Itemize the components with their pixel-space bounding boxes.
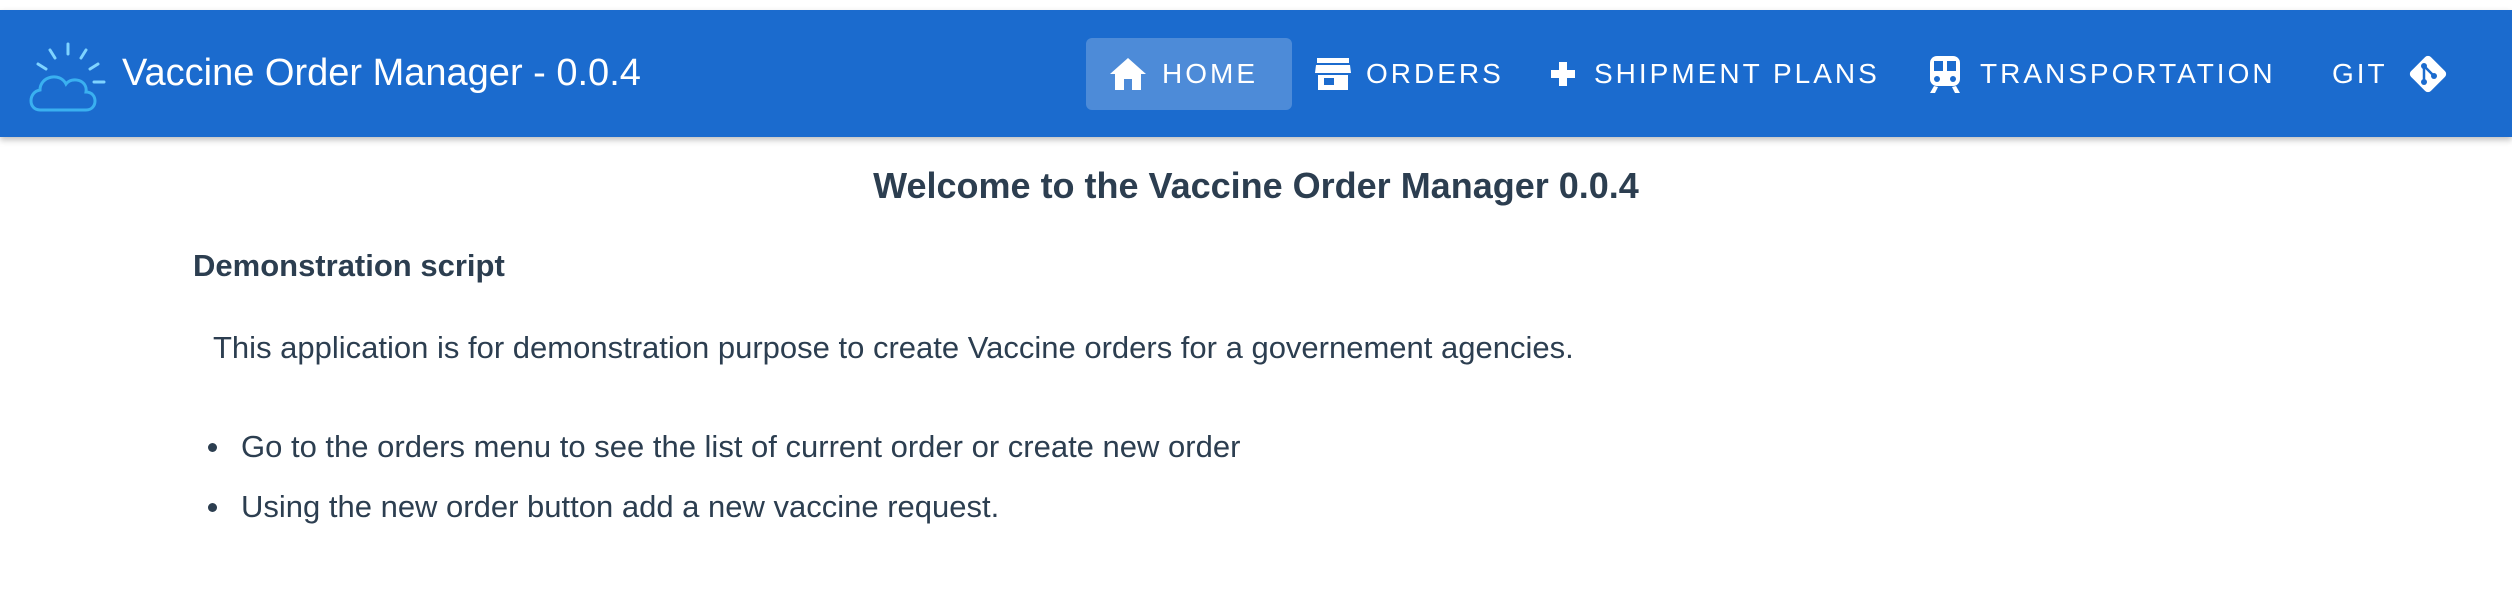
app-bar: Vaccine Order Manager - 0.0.4 HOME ORDER…: [0, 10, 2512, 137]
train-icon: [1928, 54, 1962, 94]
home-icon: [1108, 56, 1148, 92]
nav-git-button[interactable]: GIT: [2318, 38, 2498, 110]
list-item: Go to the orders menu to see the list of…: [193, 417, 1240, 477]
nav-home-button[interactable]: HOME: [1086, 38, 1292, 110]
section-heading: Demonstration script: [193, 248, 505, 283]
intro-text: This application is for demonstration pu…: [213, 330, 1574, 365]
nav-orders-label: ORDERS: [1366, 58, 1504, 89]
nav-shipment-plans-label: SHIPMENT PLANS: [1594, 58, 1880, 89]
list-item: Using the new order button add a new vac…: [193, 477, 1240, 537]
nav-shipment-plans-button[interactable]: SHIPMENT PLANS: [1534, 38, 1894, 110]
page-title: Welcome to the Vaccine Order Manager 0.0…: [873, 165, 1639, 206]
nav-transportation-button[interactable]: TRANSPORTATION: [1912, 38, 2282, 110]
nav-git-label: GIT: [2332, 58, 2388, 89]
bullet-icon: [208, 503, 217, 512]
bullet-icon: [208, 443, 217, 452]
list-item-text: Using the new order button add a new vac…: [241, 489, 1000, 524]
top-strip: [0, 0, 2512, 10]
nav-home-label: HOME: [1162, 58, 1258, 89]
list-item-text: Go to the orders menu to see the list of…: [241, 429, 1241, 464]
git-icon: [2406, 52, 2450, 96]
nav-orders-button[interactable]: ORDERS: [1296, 38, 1516, 110]
store-icon: [1314, 56, 1352, 92]
nav-transportation-label: TRANSPORTATION: [1980, 58, 2276, 89]
instruction-list: Go to the orders menu to see the list of…: [193, 417, 1240, 537]
plus-icon: [1550, 61, 1576, 87]
top-nav: HOME ORDERS SHIPMENT PLANS TRANSPORTATIO…: [0, 10, 2512, 137]
